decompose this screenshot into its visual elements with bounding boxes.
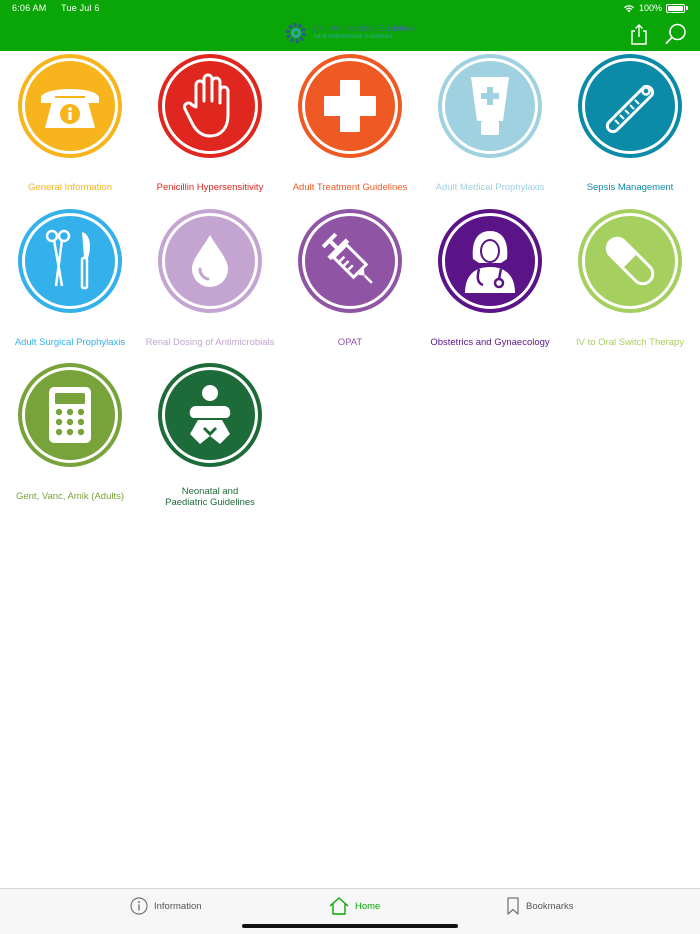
share-icon: [631, 24, 647, 45]
tab-bookmarks-label: Bookmarks: [526, 900, 574, 912]
ointment-tube-icon: [471, 77, 509, 135]
surgical-tools-icon: [45, 229, 90, 290]
tile-adult-treatment-guidelines[interactable]: Adult Treatment Guidelines: [280, 54, 420, 204]
tile-iv-to-oral-switch-circle: [578, 209, 682, 313]
capsule-icon: [605, 236, 655, 286]
tile-gent-vanc-amik-circle: [18, 363, 122, 467]
tile-obstetrics-gynaecology[interactable]: Obstetrics and Gynaecology: [420, 209, 560, 359]
battery-icon: [666, 3, 685, 13]
home-indicator: [242, 924, 458, 928]
tab-home[interactable]: Home: [329, 897, 380, 915]
tile-sepsis-management-label: Sepsis Management: [586, 182, 674, 193]
tile-general-information-circle: [18, 54, 122, 158]
tile-adult-treatment-guidelines-circle: [298, 54, 402, 158]
tile-neonatal-paediatric-label-line1: Neonatal and: [181, 486, 239, 497]
share-button[interactable]: [627, 22, 651, 46]
tile-adult-treatment-guidelines-label: Adult Treatment Guidelines: [292, 182, 408, 193]
tile-penicillin-hypersensitivity-label: Penicillin Hypersensitivity: [156, 182, 264, 193]
tile-opat-circle: [298, 209, 402, 313]
tile-neonatal-paediatric-circle: [158, 363, 262, 467]
tile-neonatal-paediatric-label-line2: Paediatric Guidelines: [165, 497, 255, 508]
battery-percent: 100%: [638, 3, 662, 13]
home-icon: [329, 897, 349, 915]
tile-general-information[interactable]: General Information: [0, 54, 140, 204]
tile-adult-surgical-prophylaxis-circle: [18, 209, 122, 313]
telephone-info-icon: [41, 89, 99, 128]
tile-adult-surgical-prophylaxis[interactable]: Adult Surgical Prophylaxis: [0, 209, 140, 359]
tab-home-label: Home: [355, 900, 381, 912]
info-icon: [130, 897, 148, 915]
thermometer-icon: [605, 84, 655, 134]
tab-information-label: Information: [154, 900, 202, 912]
status-time: 6:06 AM: [12, 3, 47, 13]
search-icon: [665, 23, 686, 44]
status-bar-left: 6:06 AM Tue Jul 6: [12, 3, 100, 13]
stop-hand-icon: [183, 73, 230, 138]
tile-adult-medical-prophylaxis[interactable]: Adult Medical Prophylaxis: [420, 54, 560, 204]
tile-sepsis-management[interactable]: Sepsis Management: [560, 54, 700, 204]
status-date: Tue Jul 6: [61, 3, 100, 13]
medical-cross-icon: [324, 80, 376, 132]
tile-gent-vanc-amik[interactable]: Gent, Vanc, Amik (Adults): [0, 363, 140, 513]
tile-general-information-label: General Information: [28, 182, 112, 193]
tab-bookmarks[interactable]: Bookmarks: [506, 897, 574, 915]
female-doctor-icon: [465, 231, 515, 293]
app-logo: UHL Antimicrobial Guidelines Adult Antim…: [283, 20, 416, 46]
tile-renal-dosing[interactable]: Renal Dosing of Antimicrobials: [140, 209, 280, 359]
calculator-icon: [49, 387, 91, 443]
tab-information[interactable]: Information: [130, 897, 202, 915]
tile-penicillin-hypersensitivity[interactable]: Penicillin Hypersensitivity: [140, 54, 280, 204]
tile-obstetrics-gynaecology-circle: [438, 209, 542, 313]
tile-neonatal-paediatric-label: Neonatal and Paediatric Guidelines: [140, 486, 280, 508]
tile-iv-to-oral-switch-label: IV to Oral Switch Therapy: [575, 337, 685, 348]
tile-adult-surgical-prophylaxis-label: Adult Surgical Prophylaxis: [14, 337, 126, 348]
syringe-icon: [321, 232, 373, 284]
tile-gent-vanc-amik-label: Gent, Vanc, Amik (Adults): [15, 491, 125, 502]
tile-renal-dosing-label: Renal Dosing of Antimicrobials: [145, 337, 275, 348]
tile-adult-medical-prophylaxis-circle: [438, 54, 542, 158]
tile-renal-dosing-circle: [158, 209, 262, 313]
tile-adult-medical-prophylaxis-label: Adult Medical Prophylaxis: [435, 182, 545, 193]
tile-neonatal-paediatric[interactable]: Neonatal and Paediatric Guidelines: [140, 363, 280, 513]
status-bar-right: 100%: [623, 3, 688, 13]
tile-sepsis-management-circle: [578, 54, 682, 158]
baby-icon: [189, 385, 231, 444]
tile-iv-to-oral-switch[interactable]: IV to Oral Switch Therapy: [560, 209, 700, 359]
app-header: 6:06 AM Tue Jul 6 100% UHL Antimicrobial…: [0, 0, 700, 51]
logo-subtitle: Adult Antimicrobial Guidelines: [313, 34, 393, 40]
wifi-icon: [623, 4, 634, 12]
water-drop-icon: [192, 235, 228, 287]
bookmark-icon: [507, 897, 519, 915]
tile-opat-label: OPAT: [337, 337, 363, 348]
tile-penicillin-hypersensitivity-circle: [158, 54, 262, 158]
logo-title: UHL Antimicrobial Guidelines: [313, 24, 417, 33]
gear-logo-icon: [286, 23, 306, 43]
tile-obstetrics-gynaecology-label: Obstetrics and Gynaecology: [430, 337, 550, 348]
tile-opat[interactable]: OPAT: [280, 209, 420, 359]
search-button[interactable]: [664, 22, 688, 46]
